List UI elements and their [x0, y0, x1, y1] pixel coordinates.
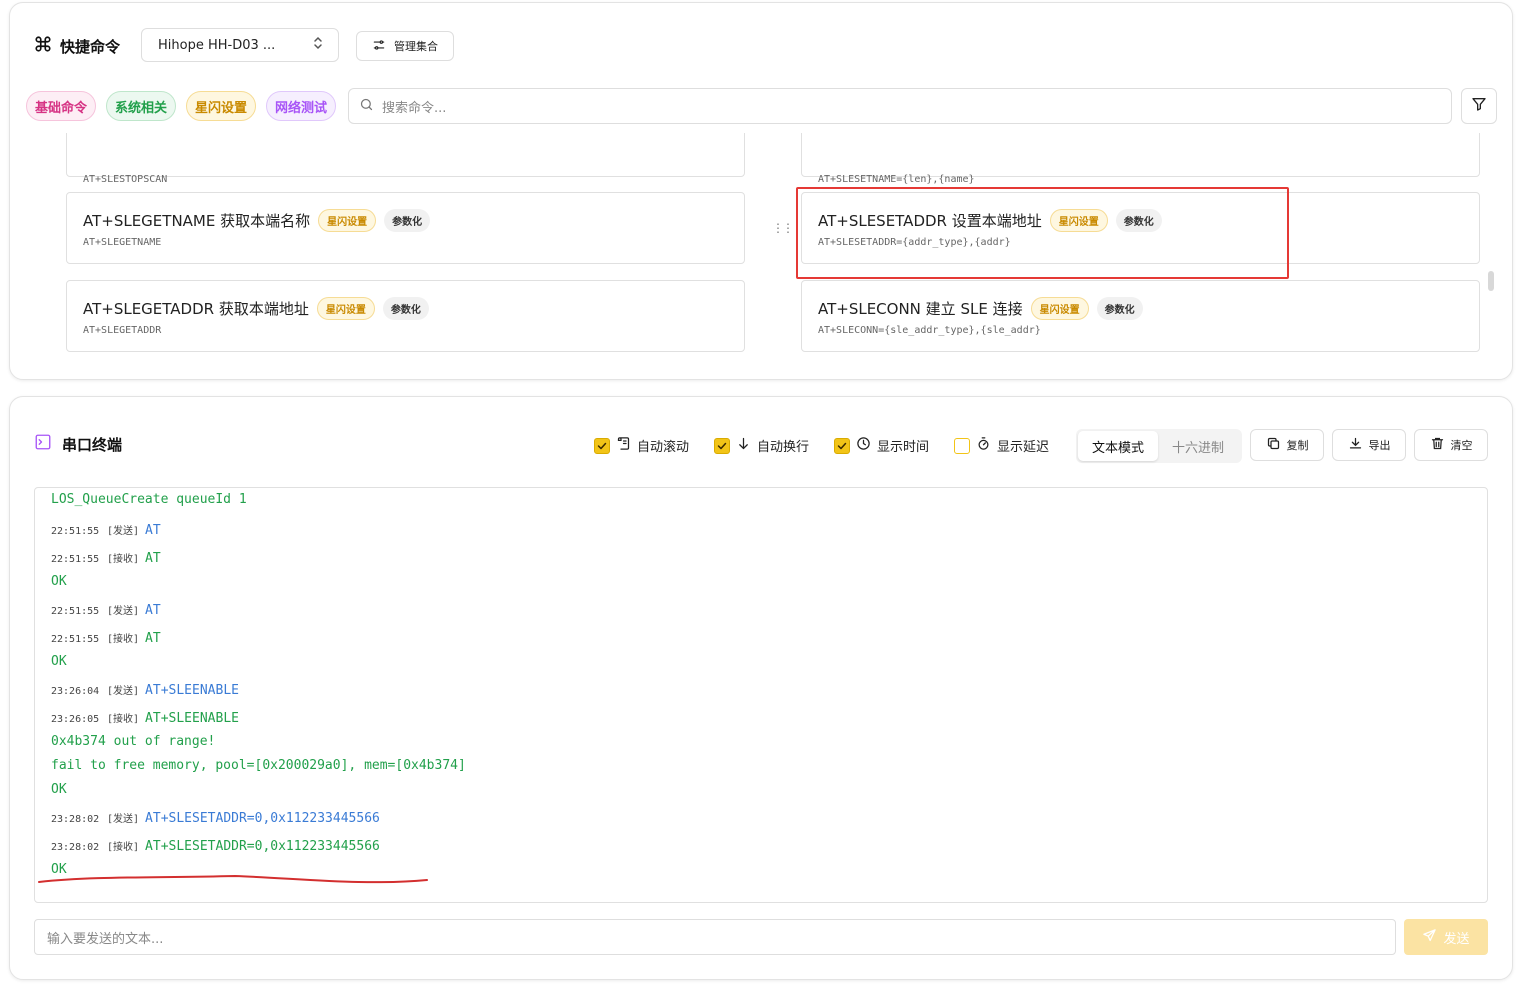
- filter-button[interactable]: [1461, 88, 1497, 124]
- annotation-highlight-box: [796, 187, 1289, 279]
- option-show-latency[interactable]: 显示延迟: [954, 436, 1049, 455]
- log-line: 22:51:55 [接收] AT: [51, 551, 161, 566]
- chevron-up-down-icon: [312, 36, 324, 54]
- category-sle[interactable]: 星闪设置: [186, 91, 257, 121]
- category-sle-label: 星闪设置: [195, 100, 248, 116]
- log-line: OK: [51, 782, 67, 797]
- command-search-input[interactable]: 搜索命令...: [348, 88, 1452, 124]
- log-line: 22:51:55 [发送] AT: [51, 523, 161, 538]
- category-system-label: 系统相关: [115, 100, 168, 116]
- export-button[interactable]: 导出: [1332, 429, 1406, 461]
- option-auto-wrap-label: 自动换行: [757, 440, 810, 455]
- send-label: 发送: [1443, 931, 1470, 947]
- clear-label: 清空: [1450, 439, 1473, 452]
- checkbox-unchecked-icon[interactable]: [954, 437, 970, 454]
- category-system[interactable]: 系统相关: [106, 91, 177, 121]
- mode-text-button[interactable]: 文本模式: [1078, 431, 1158, 461]
- manage-collections-button[interactable]: 管理集合: [356, 31, 454, 61]
- command-card-title: AT+SLEGETADDR 获取本端地址: [83, 299, 309, 318]
- sliders-icon: [372, 38, 386, 55]
- send-icon: [1422, 928, 1437, 947]
- terminal-icon: [34, 433, 52, 455]
- log-line: 23:28:02 [接收] AT+SLESETADDR=0,0x112233445…: [51, 839, 380, 854]
- annotation-underline: [38, 874, 428, 884]
- command-card-title: AT+SLEGETNAME 获取本端名称: [83, 211, 311, 230]
- command-card-syntax: AT+SLEGETNAME: [83, 237, 162, 248]
- quick-commands-title: 快捷命令: [60, 37, 121, 56]
- option-show-time[interactable]: 显示时间: [834, 436, 929, 455]
- manage-collections-label: 管理集合: [394, 40, 438, 53]
- command-card-slegetaddr[interactable]: AT+SLEGETADDR 获取本端地址 星闪设置 参数化 AT+SLEGETA…: [66, 280, 745, 352]
- export-label: 导出: [1368, 439, 1391, 452]
- copy-icon: [1266, 436, 1281, 454]
- log-line: OK: [51, 654, 67, 669]
- log-line: 23:28:02 [发送] AT+SLESETADDR=0,0x112233445…: [51, 811, 380, 826]
- command-card-syntax: AT+SLESETNAME={len},{name}: [818, 174, 975, 185]
- device-select[interactable]: Hihope HH-D03 ...: [141, 28, 339, 62]
- serial-terminal-panel: 串口终端 自动滚动 自动换行 显示时间 显示延迟 文本模式 十六进制 复制 导出…: [9, 396, 1513, 980]
- filter-icon: [1471, 96, 1487, 116]
- quick-commands-panel: 快捷命令 Hihope HH-D03 ... 管理集合 基础命令 系统相关 星闪…: [9, 2, 1513, 380]
- log-line-partial: LOS_QueueCreate queueId 1: [51, 492, 247, 507]
- option-auto-scroll[interactable]: 自动滚动: [594, 436, 689, 455]
- category-network[interactable]: 网络测试: [266, 91, 337, 121]
- command-key-icon: [34, 35, 52, 57]
- command-card-slesetname[interactable]: AT+SLESETNAME={len},{name}: [801, 133, 1480, 185]
- category-badge: 星闪设置: [1030, 296, 1089, 320]
- category-badge: 星闪设置: [316, 296, 375, 320]
- command-card-syntax: AT+SLEGETADDR: [83, 325, 162, 336]
- command-card-title: AT+SLECONN 建立 SLE 连接: [818, 299, 1023, 318]
- quick-commands-header: 快捷命令: [34, 35, 120, 57]
- drag-handle-icon[interactable]: ⋮⋮: [772, 221, 794, 235]
- log-line: fail to free memory, pool=[0x200029a0], …: [51, 758, 466, 773]
- command-card-sleconn[interactable]: AT+SLECONN 建立 SLE 连接 星闪设置 参数化 AT+SLECONN…: [801, 280, 1480, 352]
- category-basic-label: 基础命令: [35, 100, 88, 116]
- log-line: 22:51:55 [发送] AT: [51, 603, 161, 618]
- send-button[interactable]: 发送: [1404, 919, 1488, 955]
- param-badge: 参数化: [384, 208, 431, 232]
- command-card-syntax: AT+SLECONN={sle_addr_type},{sle_addr}: [818, 325, 1041, 336]
- category-badge: 星闪设置: [318, 208, 377, 232]
- checkbox-checked-icon[interactable]: [834, 437, 850, 454]
- option-auto-scroll-label: 自动滚动: [637, 440, 690, 455]
- log-line: 23:26:05 [接收] AT+SLEENABLE: [51, 711, 239, 726]
- param-badge: 参数化: [1096, 296, 1143, 320]
- terminal-header: 串口终端: [34, 433, 122, 455]
- copy-label: 复制: [1286, 439, 1309, 452]
- command-card-slegetname[interactable]: AT+SLEGETNAME 获取本端名称 星闪设置 参数化 AT+SLEGETN…: [66, 192, 745, 264]
- send-text-input[interactable]: 输入要发送的文本...: [34, 919, 1396, 955]
- clear-button[interactable]: 清空: [1414, 429, 1488, 461]
- checkbox-checked-icon[interactable]: [594, 437, 610, 454]
- copy-button[interactable]: 复制: [1250, 429, 1324, 461]
- terminal-log-area[interactable]: LOS_QueueCreate queueId 1 22:51:55 [发送] A…: [34, 487, 1488, 903]
- mode-hex-button[interactable]: 十六进制: [1158, 431, 1238, 461]
- trash-icon: [1430, 436, 1445, 454]
- log-line: 23:26:04 [发送] AT+SLEENABLE: [51, 683, 239, 698]
- log-line: 0x4b374 out of range!: [51, 734, 216, 749]
- log-line: 22:51:55 [接收] AT: [51, 631, 161, 646]
- terminal-title: 串口终端: [62, 435, 123, 454]
- param-badge: 参数化: [382, 296, 429, 320]
- display-mode-toggle: 文本模式 十六进制: [1076, 429, 1242, 463]
- device-select-value: Hihope HH-D03 ...: [158, 37, 276, 53]
- clock-icon: [856, 436, 871, 455]
- command-card-slestopscan[interactable]: AT+SLESTOPSCAN: [66, 133, 745, 185]
- category-network-label: 网络测试: [275, 100, 328, 116]
- search-icon: [359, 97, 374, 116]
- checkbox-checked-icon[interactable]: [714, 437, 730, 454]
- category-basic[interactable]: 基础命令: [26, 91, 97, 121]
- option-show-time-label: 显示时间: [877, 440, 930, 455]
- command-card-syntax: AT+SLESTOPSCAN: [83, 174, 168, 185]
- send-text-placeholder: 输入要发送的文本...: [47, 931, 164, 947]
- scroll-icon: [616, 436, 631, 455]
- option-auto-wrap[interactable]: 自动换行: [714, 436, 809, 455]
- command-list-scrollbar[interactable]: [1488, 271, 1494, 291]
- download-icon: [1348, 436, 1363, 454]
- arrow-down-icon: [736, 436, 751, 455]
- log-line: OK: [51, 574, 67, 589]
- timer-icon: [976, 436, 991, 455]
- option-show-latency-label: 显示延迟: [997, 440, 1050, 455]
- search-placeholder: 搜索命令...: [382, 100, 447, 116]
